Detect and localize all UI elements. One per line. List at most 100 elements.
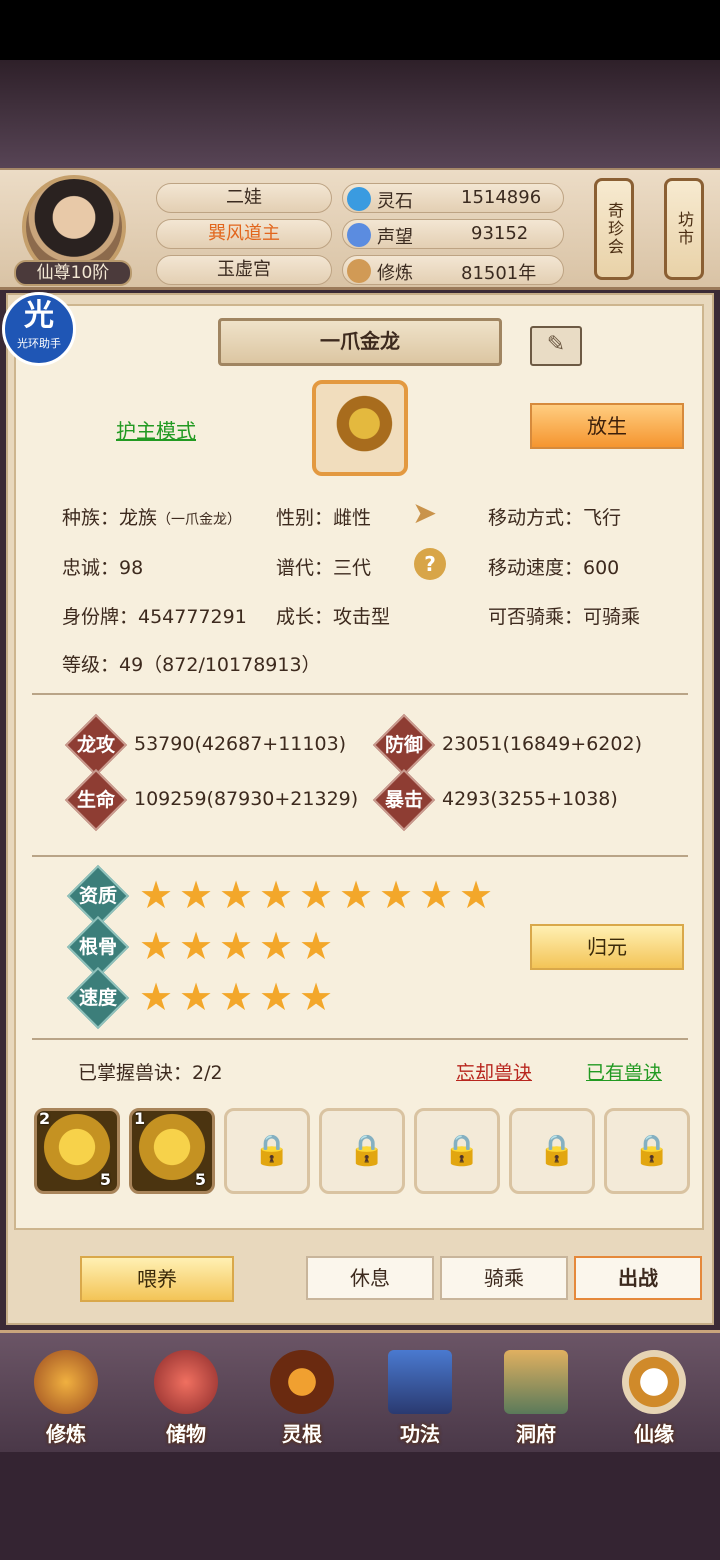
rename-book-icon[interactable]: ✎	[530, 326, 582, 366]
skill-slot[interactable]: 1 5	[129, 1108, 215, 1194]
reputation-crystal-icon	[347, 223, 371, 247]
helper-badge[interactable]: 光 光环助手	[2, 292, 76, 366]
star-icon: ★	[138, 924, 174, 968]
tab-ride[interactable]: 骑乘	[440, 1256, 568, 1300]
hp-value: 109259(87930+21329)	[134, 788, 359, 810]
aptitude-tag: 资质	[78, 885, 117, 907]
star-icon: ★	[458, 873, 494, 917]
lock-icon: 🔒	[253, 1133, 291, 1168]
star-icon: ★	[338, 873, 374, 917]
lock-icon: 🔒	[633, 1133, 671, 1168]
treasure-market-button[interactable]: 奇珍会	[594, 178, 634, 280]
pet-level: 等级：49（872/10178913）	[62, 654, 321, 676]
monk-icon	[34, 1350, 98, 1414]
nav-cultivate[interactable]: 修炼	[16, 1350, 116, 1446]
speed-tag: 速度	[78, 987, 117, 1009]
help-icon[interactable]: ?	[414, 548, 446, 580]
star-icon: ★	[298, 924, 334, 968]
star-icon: ★	[418, 873, 454, 917]
star-icon: ★	[258, 975, 294, 1019]
lock-icon: 🔒	[538, 1133, 576, 1168]
nav-fate[interactable]: 仙缘	[604, 1350, 704, 1446]
palace-icon	[504, 1350, 568, 1414]
pet-gender: 性别：雌性	[276, 507, 372, 529]
pet-move-speed: 移动速度：600	[488, 557, 620, 579]
star-icon: ★	[258, 924, 294, 968]
star-icon: ★	[138, 975, 174, 1019]
star-icon: ★	[298, 975, 334, 1019]
star-icon: ★	[298, 873, 334, 917]
spirit-stone-icon	[347, 187, 371, 211]
forget-skill-link[interactable]: 忘却兽诀	[456, 1058, 532, 1085]
section-divider	[32, 693, 688, 695]
pet-id-tag: 身份牌：454777291	[62, 606, 247, 628]
player-name: 二娃	[156, 183, 332, 213]
star-icon: ★	[138, 873, 174, 917]
attack-tag: 龙攻	[76, 734, 115, 756]
gender-switch-icon[interactable]: ➤	[412, 496, 437, 531]
spirit-stone-stat: 灵石 1514896	[342, 183, 564, 213]
background-banner	[0, 60, 720, 170]
release-button[interactable]: 放生	[530, 403, 684, 449]
bazaar-button[interactable]: 坊市	[664, 178, 704, 280]
defense-tag: 防御	[384, 734, 423, 756]
reset-button[interactable]: 归元	[530, 924, 684, 970]
locked-skill-slot[interactable]: 🔒	[509, 1108, 595, 1194]
section-divider	[32, 855, 688, 857]
bone-stars: ★ ★ ★ ★ ★	[138, 924, 334, 968]
pet-name-plate: 一爪金龙	[218, 318, 502, 366]
locked-skill-slot[interactable]: 🔒	[604, 1108, 690, 1194]
speed-stars: ★ ★ ★ ★ ★	[138, 975, 334, 1019]
crit-tag: 暴击	[384, 789, 423, 811]
pet-loyalty: 忠诚：98	[62, 557, 144, 579]
pet-race: 种族：龙族（一爪金龙）	[62, 507, 242, 529]
player-sect: 玉虚宫	[156, 255, 332, 285]
star-icon: ★	[178, 873, 214, 917]
gourd-icon	[622, 1350, 686, 1414]
aptitude-stars: ★ ★ ★ ★ ★ ★ ★ ★ ★	[138, 873, 494, 917]
star-icon: ★	[218, 873, 254, 917]
star-icon: ★	[378, 873, 414, 917]
status-bar	[0, 0, 720, 60]
nav-spirit-root[interactable]: 灵根	[252, 1350, 352, 1446]
locked-skill-slot[interactable]: 🔒	[414, 1108, 500, 1194]
cultivation-stat: 修炼 81501年	[342, 255, 564, 285]
crit-value: 4293(3255+1038)	[442, 788, 618, 810]
star-icon: ★	[218, 975, 254, 1019]
reputation-stat: 声望 93152	[342, 219, 564, 249]
bag-icon	[154, 1350, 218, 1414]
skill-slot[interactable]: 2 5	[34, 1108, 120, 1194]
tab-rest[interactable]: 休息	[306, 1256, 434, 1300]
section-divider	[32, 1038, 688, 1040]
attack-value: 53790(42687+11103)	[134, 733, 347, 755]
locked-skill-slot[interactable]: 🔒	[224, 1108, 310, 1194]
owned-skills-link[interactable]: 已有兽诀	[586, 1058, 662, 1085]
pet-generation: 谱代：三代	[276, 557, 372, 579]
skills-mastered: 已掌握兽诀：2/2	[78, 1062, 223, 1084]
defense-value: 23051(16849+6202)	[442, 733, 642, 755]
feed-button[interactable]: 喂养	[80, 1256, 234, 1302]
hp-tag: 生命	[76, 789, 115, 811]
player-rank-badge: 仙尊10阶	[14, 260, 132, 286]
pet-portrait	[312, 380, 408, 476]
star-icon: ★	[178, 924, 214, 968]
player-title[interactable]: 巽风道主	[156, 219, 332, 249]
nav-techniques[interactable]: 功法	[370, 1350, 470, 1446]
meditation-icon	[347, 259, 371, 283]
pet-rideable: 可否骑乘：可骑乘	[488, 606, 641, 628]
star-icon: ★	[178, 975, 214, 1019]
pet-growth: 成长：攻击型	[276, 606, 391, 628]
nav-cave[interactable]: 洞府	[486, 1350, 586, 1446]
locked-skill-slot[interactable]: 🔒	[319, 1108, 405, 1194]
footer-area	[0, 1452, 720, 1560]
star-icon: ★	[258, 873, 294, 917]
star-icon: ★	[218, 924, 254, 968]
nav-storage[interactable]: 储物	[136, 1350, 236, 1446]
bone-tag: 根骨	[78, 936, 117, 958]
book-icon	[388, 1350, 452, 1414]
spirit-root-icon	[270, 1350, 334, 1414]
lock-icon: 🔒	[443, 1133, 481, 1168]
tab-battle[interactable]: 出战	[574, 1256, 702, 1300]
lock-icon: 🔒	[348, 1133, 386, 1168]
guard-mode-link[interactable]: 护主模式	[116, 415, 196, 444]
